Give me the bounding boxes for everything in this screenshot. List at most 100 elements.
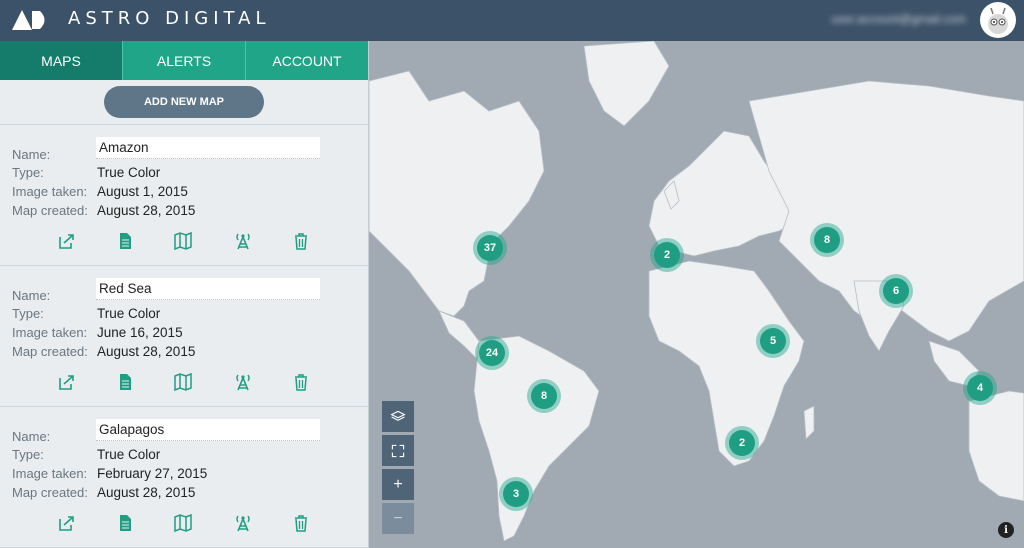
- trash-icon: [295, 233, 307, 250]
- world-map[interactable]: 37 2 8 6 24 5 8 4 2 3 + − i: [369, 41, 1024, 548]
- field-row-name: Name:: [12, 147, 97, 162]
- cluster-count: 2: [654, 242, 680, 268]
- field-value: June 16, 2015: [97, 325, 183, 340]
- robot-avatar-icon: [988, 7, 1008, 34]
- field-value: August 28, 2015: [97, 485, 196, 500]
- map-button[interactable]: [173, 231, 193, 251]
- tab-maps[interactable]: MAPS: [0, 41, 123, 80]
- add-new-map-button[interactable]: ADD NEW MAP: [104, 86, 264, 118]
- trash-icon: [295, 515, 307, 532]
- land-masses: [369, 41, 1024, 542]
- field-value: August 28, 2015: [97, 203, 196, 218]
- tab-account[interactable]: ACCOUNT: [246, 41, 368, 80]
- map-icon: [174, 513, 192, 533]
- cluster-count: 5: [760, 328, 786, 354]
- field-value: True Color: [97, 447, 161, 462]
- field-row-map-created: Map created: August 28, 2015: [12, 344, 195, 359]
- map-name-input[interactable]: [96, 419, 320, 441]
- field-row-map-created: Map created: August 28, 2015: [12, 485, 195, 500]
- cluster-count: 8: [814, 227, 840, 253]
- document-icon: [120, 233, 131, 249]
- share-icon: [59, 234, 74, 249]
- map-button[interactable]: [173, 513, 193, 533]
- tower-icon: [236, 515, 250, 532]
- tab-bar: MAPS ALERTS ACCOUNT: [0, 41, 368, 80]
- info-icon[interactable]: i: [998, 522, 1014, 538]
- share-icon: [59, 375, 74, 390]
- cluster-marker-central-america[interactable]: 24: [475, 336, 509, 370]
- cluster-marker-north-america-east[interactable]: 37: [473, 231, 507, 265]
- field-value: True Color: [97, 165, 161, 180]
- cluster-marker-east-africa[interactable]: 5: [756, 324, 790, 358]
- share-button[interactable]: [57, 513, 77, 533]
- share-button[interactable]: [57, 372, 77, 392]
- field-value: February 27, 2015: [97, 466, 208, 481]
- field-label: Map created:: [12, 203, 88, 218]
- document-icon: [120, 515, 131, 531]
- cluster-count: 3: [503, 481, 529, 507]
- layers-button[interactable]: [382, 401, 414, 432]
- share-icon: [59, 516, 74, 531]
- share-button[interactable]: [57, 231, 77, 251]
- cluster-marker-central-asia[interactable]: 8: [810, 223, 844, 257]
- cluster-marker-india[interactable]: 6: [879, 274, 913, 308]
- document-button[interactable]: [115, 231, 135, 251]
- zoom-in-button[interactable]: +: [382, 469, 414, 500]
- sidebar: MAPS ALERTS ACCOUNT ADD NEW MAP Name: Typ…: [0, 41, 369, 548]
- cluster-marker-iberia[interactable]: 2: [650, 238, 684, 272]
- field-label: Type:: [12, 447, 44, 462]
- field-label: Name:: [12, 429, 51, 444]
- field-row-name: Name:: [12, 288, 97, 303]
- tab-alerts[interactable]: ALERTS: [123, 41, 246, 80]
- trash-icon: [295, 374, 307, 391]
- field-value: True Color: [97, 306, 161, 321]
- document-button[interactable]: [115, 513, 135, 533]
- cluster-count: 4: [967, 375, 993, 401]
- cluster-marker-brazil[interactable]: 8: [527, 379, 561, 413]
- trash-button[interactable]: [291, 231, 311, 251]
- field-value: August 1, 2015: [97, 184, 188, 199]
- map-name-input[interactable]: [96, 137, 320, 159]
- map-list: Name: Type: True Color Image taken: August 1…: [0, 125, 368, 548]
- zoom-out-button[interactable]: −: [382, 503, 414, 534]
- cluster-marker-south-africa[interactable]: 2: [725, 426, 759, 460]
- map-button[interactable]: [173, 372, 193, 392]
- user-email[interactable]: user.account@gmail.com: [831, 12, 966, 26]
- field-label: Image taken:: [12, 325, 88, 340]
- cluster-marker-southeast-asia[interactable]: 4: [963, 371, 997, 405]
- field-row-type: Type: True Color: [12, 165, 160, 180]
- avatar[interactable]: [980, 2, 1016, 38]
- tower-button[interactable]: [233, 513, 253, 533]
- tower-icon: [236, 374, 250, 391]
- trash-button[interactable]: [291, 513, 311, 533]
- field-row-type: Type: True Color: [12, 447, 160, 462]
- field-label: Type:: [12, 306, 44, 321]
- cluster-marker-patagonia[interactable]: 3: [499, 477, 533, 511]
- fullscreen-button[interactable]: [382, 435, 414, 466]
- brand-name: ASTRO DIGITAL: [68, 8, 271, 29]
- field-label: Type:: [12, 165, 44, 180]
- field-row-name: Name:: [12, 429, 97, 444]
- map-name-input[interactable]: [96, 278, 320, 300]
- field-row-image-taken: Image taken: August 1, 2015: [12, 184, 188, 199]
- tower-button[interactable]: [233, 231, 253, 251]
- tower-icon: [236, 233, 250, 250]
- field-label: Image taken:: [12, 466, 88, 481]
- trash-button[interactable]: [291, 372, 311, 392]
- fullscreen-icon: [391, 444, 405, 457]
- field-label: Image taken:: [12, 184, 88, 199]
- map-card: Name: Type: True Color Image taken: June 16,…: [0, 266, 368, 407]
- cluster-count: 8: [531, 383, 557, 409]
- map-icon: [174, 231, 192, 251]
- layers-icon: [390, 410, 406, 421]
- map-actions: [0, 231, 368, 255]
- map-icon: [174, 372, 192, 392]
- field-row-image-taken: Image taken: June 16, 2015: [12, 325, 183, 340]
- tower-button[interactable]: [233, 372, 253, 392]
- field-row-image-taken: Image taken: February 27, 2015: [12, 466, 207, 481]
- field-label: Name:: [12, 288, 51, 303]
- field-label: Name:: [12, 147, 51, 162]
- astro-digital-logo[interactable]: [10, 8, 50, 32]
- field-row-map-created: Map created: August 28, 2015: [12, 203, 195, 218]
- document-button[interactable]: [115, 372, 135, 392]
